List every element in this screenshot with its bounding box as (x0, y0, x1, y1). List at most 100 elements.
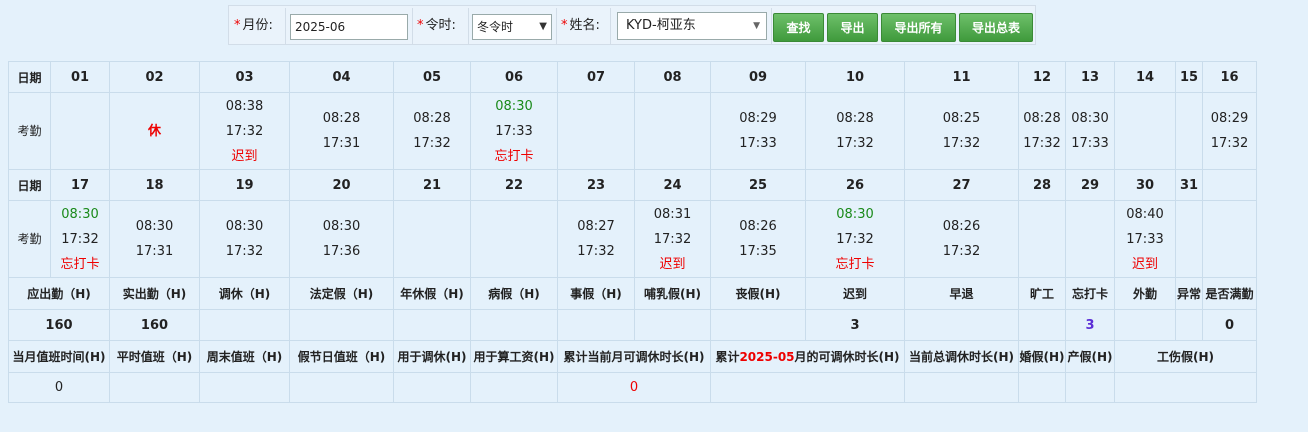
punch-time: 08:40 (1126, 206, 1164, 222)
divider (610, 8, 611, 44)
attendance-cell (1175, 200, 1203, 278)
punch-time: 08:26 (942, 219, 981, 234)
attendance-cell (393, 200, 471, 278)
summary-value: 3 (805, 309, 905, 341)
punch-time: 17:36 (322, 244, 361, 259)
attendance-cell (1175, 92, 1203, 170)
day-number: 29 (1065, 169, 1115, 201)
summary-header: 病假（H) (470, 277, 558, 310)
name-combobox[interactable]: KYD-柯亚东 ▼ (617, 12, 767, 40)
punch-time: 17:33 (495, 123, 533, 139)
date-header-row: 日期 01 02 03 04 05 06 07 08 09 10 11 12 13 14 15 16 (8, 61, 1257, 93)
attendance-status: 忘打卡 (494, 148, 534, 164)
punch-time: 08:30 (836, 206, 874, 222)
punch-time: 17:32 (942, 136, 981, 151)
punch-time: 17:32 (413, 136, 451, 151)
duty-header: 婚假(H) (1018, 340, 1066, 373)
attendance-status: 忘打卡 (60, 256, 100, 272)
attendance-cell: 08:26 17:35 (710, 200, 806, 278)
summary-value (199, 309, 290, 341)
day-number: 15 (1175, 61, 1203, 93)
punch-time: 08:30 (135, 219, 174, 234)
summary-header: 是否满勤 (1202, 277, 1257, 310)
summary-value (1175, 309, 1203, 341)
day-number: 10 (805, 61, 905, 93)
summary-header: 迟到 (805, 277, 905, 310)
month-input[interactable]: 2025-06 (290, 14, 408, 40)
date-label: 日期 (8, 61, 51, 93)
attendance-cell: 08:28 17:31 (289, 92, 394, 170)
punch-time: 08:38 (225, 98, 264, 114)
day-number: 05 (393, 61, 471, 93)
duty-header: 当月值班时间(H) (8, 340, 110, 373)
duty-header: 用于调休(H) (393, 340, 471, 373)
duty-value: 0 (557, 372, 711, 403)
chevron-down-icon: ▼ (539, 21, 547, 32)
day-number: 22 (470, 169, 558, 201)
duty-value-row: 00 (8, 372, 1257, 403)
summary-value: 3 (1065, 309, 1115, 341)
summary-header-row: 应出勤（H) 实出勤（H) 调休（H) 法定假（H) 年休假（H) 病假（H) 事假（H) 哺… (8, 277, 1257, 310)
punch-time: 17:32 (577, 244, 615, 259)
attendance-table: 日期 01 02 03 04 05 06 07 08 09 10 11 12 13 14 15 16 考勤休 08:… (8, 61, 1257, 403)
punch-time: 08:28 (836, 111, 874, 126)
summary-header: 事假（H) (557, 277, 635, 310)
day-number: 19 (199, 169, 290, 201)
attendance-cell: 08:28 17:32 (1018, 92, 1066, 170)
attendance-label: 考勤 (8, 200, 51, 278)
day-number: 27 (904, 169, 1019, 201)
triangle-down-icon: ▼ (753, 21, 760, 31)
duty-value (710, 372, 905, 403)
day-number: 09 (710, 61, 806, 93)
day-number (1202, 169, 1257, 201)
summary-header: 忘打卡 (1065, 277, 1115, 310)
day-number: 16 (1202, 61, 1257, 93)
punch-time: 17:31 (322, 136, 361, 151)
day-number: 26 (805, 169, 905, 201)
season-select[interactable]: 冬令时 ▼ (472, 14, 552, 40)
summary-header: 异常 (1175, 277, 1203, 310)
attendance-row: 考勤 08:30 17:32 忘打卡 08:30 17:31 08:30 17:32 08:30… (8, 200, 1257, 278)
attendance-cell: 08:29 17:33 (710, 92, 806, 170)
summary-value (634, 309, 711, 341)
summary-value: 160 (109, 309, 200, 341)
day-number: 13 (1065, 61, 1115, 93)
duty-value: 0 (8, 372, 110, 403)
attendance-status: 迟到 (659, 256, 686, 272)
punch-time: 08:28 (322, 111, 361, 126)
punch-time: 08:26 (739, 219, 777, 234)
day-number: 08 (634, 61, 711, 93)
duty-header: 当前总调休时长(H) (904, 340, 1019, 373)
summary-value (710, 309, 806, 341)
filter-toolbar: * 月份: 2025-06 * 令时: 冬令时 ▼ * 姓名: KYD-柯亚东 ▼ 查找 … (228, 5, 1036, 45)
attendance-cell (1202, 200, 1257, 278)
export-button[interactable]: 导出 (827, 13, 878, 42)
divider (468, 8, 469, 44)
punch-time: 17:32 (653, 231, 692, 247)
duty-header: 工伤假(H) (1114, 340, 1257, 373)
search-button[interactable]: 查找 (773, 13, 824, 42)
duty-header-row: 当月值班时间(H) 平时值班（H) 周末值班（H) 假节日值班（H) 用于调休(H) 用于… (8, 340, 1257, 373)
summary-value (1114, 309, 1176, 341)
carry-suffix: 月的可调休时长(H) (794, 350, 900, 364)
attendance-cell (1114, 92, 1176, 170)
attendance-status: 迟到 (231, 148, 258, 164)
export-summary-button[interactable]: 导出总表 (959, 13, 1033, 42)
punch-time: 17:32 (942, 244, 981, 259)
attendance-cell: 08:25 17:32 (904, 92, 1019, 170)
summary-value (289, 309, 394, 341)
day-number: 23 (557, 169, 635, 201)
duty-value (1065, 372, 1115, 403)
punch-time: 08:29 (739, 111, 777, 126)
day-number: 14 (1114, 61, 1176, 93)
summary-header: 丧假(H) (710, 277, 806, 310)
export-all-button[interactable]: 导出所有 (881, 13, 956, 42)
day-number: 12 (1018, 61, 1066, 93)
punch-time: 08:28 (413, 111, 451, 126)
punch-time: 17:31 (135, 244, 174, 259)
divider (412, 8, 413, 44)
day-number: 02 (109, 61, 200, 93)
day-number: 30 (1114, 169, 1176, 201)
attendance-cell: 08:31 17:32 迟到 (634, 200, 711, 278)
attendance-cell (470, 200, 558, 278)
